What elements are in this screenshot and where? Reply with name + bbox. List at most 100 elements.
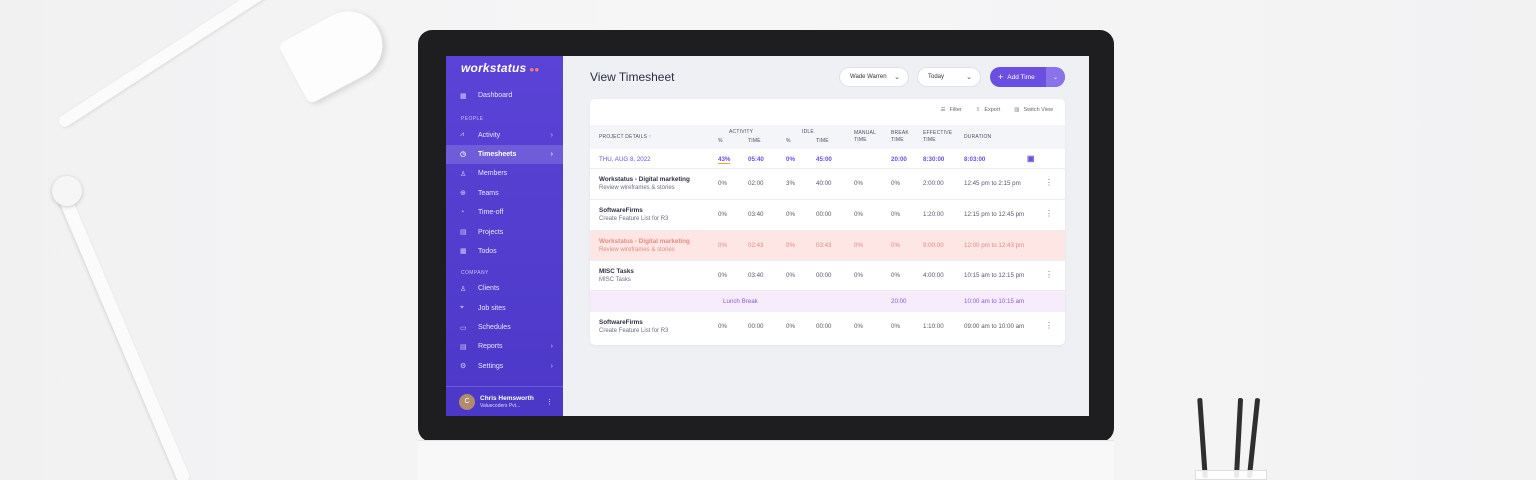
clock-icon: ◷ [460,151,467,159]
sidebar-item-reports[interactable]: ▤ Reports › [446,337,563,356]
nav-people: ⩘ Activity › ◷ Timesheets › ♙ Members ⊕ Teams ◔ Tim… [446,125,563,261]
location-icon: ⌖ [460,304,464,312]
project-name: SoftwareFirms [599,319,643,326]
sidebar-item-projects[interactable]: ▤ Projects [446,222,563,241]
export-label: Export [984,107,1001,113]
sidebar-item-label: Reports [478,343,503,351]
activity-pct: 0% [718,211,727,218]
add-time-dropdown[interactable]: ⌄ [1046,67,1065,87]
effective-time: 9:00:00 [923,242,944,249]
col-idle: IDLE [802,129,814,135]
table-row[interactable]: SoftwareFirms Create Feature List for R3… [590,312,1065,343]
pen-cup [1195,470,1267,480]
duration: 09:00 am to 10:00 am [964,323,1025,330]
manual-time: 0% [854,180,863,187]
sidebar-item-job-sites[interactable]: ⌖ Job sites [446,299,563,318]
col-activity-time: TIME [748,138,761,144]
sidebar-item-label: Clients [478,285,500,293]
export-button[interactable]: ⇪ Export [976,107,1001,113]
sidebar-item-dashboard[interactable]: ▦ Dashboard [446,86,563,105]
checklist-icon: ▦ [460,248,467,256]
more-icon[interactable]: ⋮ [1045,209,1053,218]
sidebar-item-clients[interactable]: ♙ Clients [446,279,563,298]
lunch-label: Lunch Break [723,298,758,305]
profile-name: Chris Hemsworth [480,394,534,402]
filter-button[interactable]: ☰ Filter [941,107,962,113]
table-row-deleted[interactable]: Workstatus - Digital marketing Review wir… [590,231,1065,261]
activity-time: 03:40 [748,211,764,218]
table-header: PROJECT DETAILS ↑ ACTIVITY % TIME IDLE %… [590,125,1065,149]
sidebar-item-activity[interactable]: ⩘ Activity › [446,125,563,144]
activity-pct: 0% [718,323,727,330]
section-people: PEOPLE [461,116,484,123]
sidebar-item-label: Dashboard [478,92,513,100]
nav-top: ▦ Dashboard [446,86,563,105]
activity-icon: ⩘ [460,131,464,139]
calendar-view-icon[interactable]: ▣ [1027,154,1035,163]
pen [1233,397,1244,479]
more-icon[interactable]: ⋮ [1045,270,1053,279]
monitor-stand [418,440,1114,480]
avatar: C [459,393,475,410]
logo-text: workstatus [461,61,527,75]
activity-pct: 43% [718,156,731,164]
idle-pct: 0% [786,272,795,279]
app-screen: workstatus ●● ▦ Dashboard PEOPLE ⩘ Activity… [446,56,1089,416]
table-row[interactable]: MISC Tasks MISC Tasks 0% 03:40 0% 00:00 0% 0% 4:… [590,261,1065,291]
effective-time: 1:10:00 [923,323,944,330]
idle-time: 40:00 [816,180,832,187]
more-icon[interactable]: ⋮ [546,398,553,406]
date-select[interactable]: Today ⌄ [917,67,981,87]
effective-time: 2:00:00 [923,180,944,187]
col-idle-pct: % [786,138,791,144]
break-time: 20:00 [891,156,907,163]
activity-time: 02:43 [748,242,764,249]
user-select[interactable]: Wade Warren ⌄ [839,67,909,87]
filter-icon: ☰ [940,107,946,113]
effective-time: 1:20:00 [923,211,944,218]
sidebar-item-label: Projects [478,228,504,236]
sidebar-item-timesheets[interactable]: ◷ Timesheets › [446,144,563,165]
more-icon[interactable]: ⋮ [1045,178,1053,187]
chevron-right-icon: › [550,131,553,139]
sidebar-item-time-off[interactable]: ◔ Time-off [446,203,563,222]
duration: 12:45 pm to 2:15 pm [964,180,1021,187]
date-summary-row: THU, AUG 8, 2022 43% 05:40 0% 45:00 20:0… [590,149,1065,169]
sidebar-item-todos[interactable]: ▦ Todos [446,242,563,261]
project-name: MISC Tasks [599,268,634,275]
sidebar-item-label: Todos [478,247,497,255]
timesheet-card: ☰ Filter ⇪ Export ▥ Switch View PROJECT DET… [590,99,1065,345]
sidebar-item-settings[interactable]: ⚙ Settings › [446,357,563,376]
dashboard-icon: ▦ [460,92,467,100]
sidebar-item-members[interactable]: ♙ Members [446,164,563,183]
sidebar-item-schedules[interactable]: ▭ Schedules [446,318,563,337]
col-activity-pct: % [718,138,723,144]
activity-time: 05:40 [748,156,764,163]
idle-time: 00:00 [816,323,832,330]
table-row[interactable]: Workstatus - Digital marketing Review wir… [590,169,1065,200]
idle-pct: 0% [786,156,795,163]
col-project-details[interactable]: PROJECT DETAILS ↑ [599,134,651,140]
idle-time: 45:00 [816,156,832,163]
app-logo[interactable]: workstatus ●● [446,56,563,86]
switch-view-button[interactable]: ▥ Switch View [1014,107,1053,113]
col-manual: MANUAL [854,130,877,136]
task-name: Review wireframes & stories [599,247,675,253]
idle-pct: 0% [786,211,795,218]
more-icon[interactable]: ⋮ [1045,321,1053,330]
sidebar-item-label: Activity [478,131,501,139]
col-activity: ACTIVITY [729,129,754,135]
lunch-duration: 10:00 am to 10:15 am [964,298,1025,305]
sidebar-item-teams[interactable]: ⊕ Teams [446,184,563,203]
idle-time: 03:43 [816,242,832,249]
table-row[interactable]: SoftwareFirms Create Feature List for R3 0… [590,200,1065,231]
activity-pct: 0% [718,242,727,249]
chevron-down-icon: ⌄ [894,74,900,81]
user-icon: ♙ [460,170,467,178]
user-profile[interactable]: C Chris Hemsworth Valuecoders Pvt... ⋮ [446,386,563,416]
task-name: Create Feature List for R3 [599,216,669,222]
effective-time: 8:30:00 [923,156,945,163]
add-time-button[interactable]: + Add Time ⌄ [990,67,1065,87]
project-name: SoftwareFirms [599,207,643,214]
project-name: Workstatus - Digital marketing [599,238,690,245]
